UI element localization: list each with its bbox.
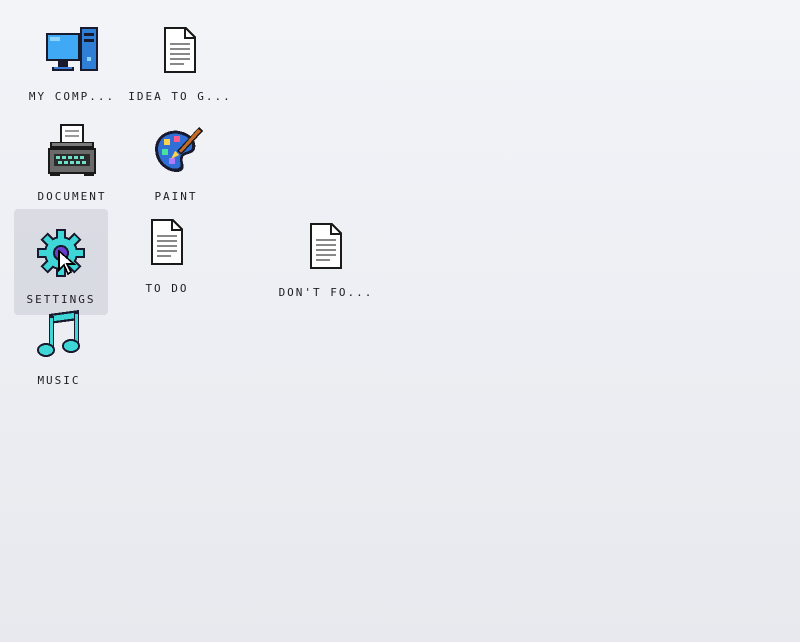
desktop-icon-my-computer[interactable]: MY COMP... [24,18,120,103]
desktop-icon-label: DON'T FO... [278,286,374,299]
desktop-icon-paint[interactable]: PAINT [128,118,224,203]
desktop-icon-label: DOCUMENT [37,190,107,203]
desktop-icon-label: IDEA TO G... [128,90,232,103]
desktop-icon-idea-file[interactable]: IDEA TO G... [128,18,230,103]
music-note-icon [27,302,91,366]
desktop-icon-music[interactable]: MUSIC [11,302,107,387]
desktop-icon-settings[interactable]: SETTINGS [14,209,108,315]
document-file-icon [294,214,358,278]
desktop: MY COMP... IDEA TO G... DOCUMENT PAINT S… [0,0,800,642]
document-file-icon [148,18,212,82]
paint-palette-icon [144,118,208,182]
desktop-icon-todo[interactable]: TO DO [119,210,215,295]
desktop-icon-label: MY COMP... [28,90,116,103]
document-file-icon [135,210,199,274]
desktop-icon-label: MUSIC [37,374,81,387]
typewriter-icon [40,118,104,182]
desktop-icon-label: PAINT [154,190,198,203]
desktop-icon-document[interactable]: DOCUMENT [24,118,120,203]
desktop-icon-dont-forget[interactable]: DON'T FO... [276,214,376,299]
computer-icon [40,18,104,82]
desktop-icon-label: TO DO [145,282,189,295]
gear-icon [29,221,93,285]
